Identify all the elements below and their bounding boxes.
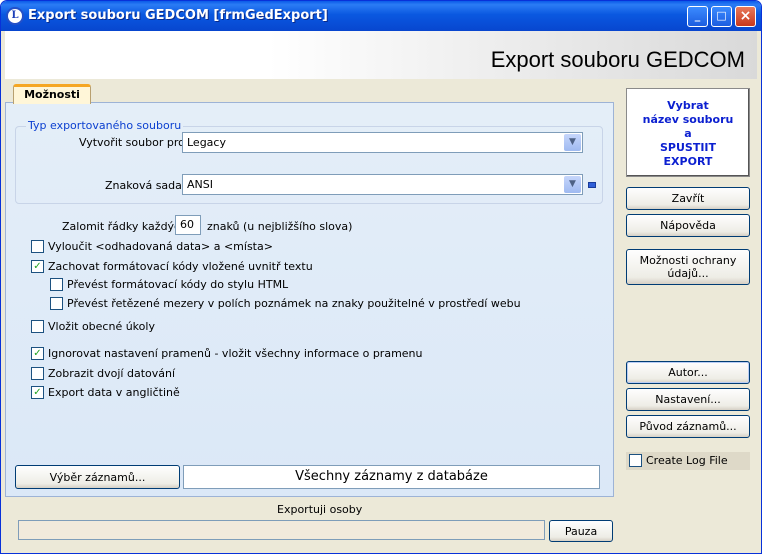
pause-button-label: Pauza — [564, 524, 598, 538]
choose-file-and-export-button[interactable]: Vybrat název souboru a SPUSTIIT EXPORT — [626, 88, 750, 177]
option-label: Převést formátovací kódy do stylu HTML — [67, 278, 289, 291]
checkbox[interactable] — [50, 278, 63, 291]
option-label: Převést řetězené mezery v polích poznáme… — [67, 297, 521, 310]
checkbox-checked[interactable]: ✓ — [31, 347, 44, 360]
header-banner: Export souboru GEDCOM — [5, 31, 757, 79]
wrap-lines-suffix: znaků (u nejbližšího slova) — [207, 220, 353, 233]
status-label: Exportuji osoby — [277, 503, 363, 516]
close-button-label: Zavřít — [671, 192, 705, 205]
checkbox-checked[interactable]: ✓ — [31, 260, 44, 273]
charset-select[interactable]: ANSI ▼ — [182, 174, 583, 195]
file-type-legend: Typ exportovaného souboru — [26, 119, 184, 132]
option-label: Zobrazit dvojí datování — [48, 367, 176, 380]
close-window-button[interactable]: × — [735, 6, 756, 27]
records-scope-display: Všechny záznamy z databáze — [183, 465, 600, 489]
author-button[interactable]: Autor... — [626, 361, 750, 384]
title-bar[interactable]: L Export souboru GEDCOM [frmGedExport] _… — [1, 1, 761, 31]
charset-label: Znaková sada: — [105, 179, 186, 192]
option-label: Zachovat formátovací kódy vložené uvnitř… — [48, 260, 313, 273]
charset-value: ANSI — [187, 178, 213, 191]
option-ignore-sources[interactable]: ✓ Ignorovat nastavení pramenů - vložit v… — [31, 347, 423, 360]
tab-options[interactable]: Možnosti — [13, 84, 91, 104]
maximize-button[interactable]: □ — [711, 6, 732, 27]
checkbox-checked[interactable]: ✓ — [31, 386, 44, 399]
checkbox[interactable] — [31, 320, 44, 333]
close-button[interactable]: Zavřít — [626, 187, 750, 210]
option-label: Ignorovat nastavení pramenů - vložit vše… — [48, 347, 423, 360]
wrap-lines-label: Zalomit řádky každých: — [62, 220, 191, 233]
wrap-lines-input[interactable]: 60 — [175, 215, 201, 235]
option-convert-spaces[interactable]: Převést řetězené mezery v polích poznáme… — [50, 297, 521, 310]
chevron-down-icon[interactable]: ▼ — [564, 176, 581, 193]
author-button-label: Autor... — [668, 366, 708, 379]
option-keep-formatting[interactable]: ✓ Zachovat formátovací kódy vložené uvni… — [31, 260, 313, 273]
checkbox[interactable] — [31, 367, 44, 380]
create-for-label: Vytvořit soubor pro: — [79, 136, 189, 149]
create-log-checkbox[interactable]: Create Log File — [629, 454, 728, 467]
export-gedcom-window: L Export souboru GEDCOM [frmGedExport] _… — [0, 0, 762, 554]
export-progress-bar — [18, 520, 545, 540]
option-label: Vyloučit <odhadovaná data> a <místa> — [48, 240, 273, 253]
option-convert-html[interactable]: Převést formátovací kódy do stylu HTML — [50, 278, 288, 291]
checkbox[interactable] — [629, 454, 642, 467]
record-origin-label: Původ záznamů... — [639, 420, 737, 433]
record-origin-button[interactable]: Původ záznamů... — [626, 415, 750, 438]
checkbox[interactable] — [50, 297, 63, 310]
chevron-down-icon[interactable]: ▼ — [564, 134, 581, 151]
settings-button-label: Nastavení... — [655, 393, 721, 406]
export-line: název souboru — [642, 113, 734, 126]
create-for-value: Legacy — [187, 136, 226, 149]
export-line: SPUSTIIT — [659, 141, 717, 154]
pause-button[interactable]: Pauza — [549, 520, 613, 542]
option-insert-tasks[interactable]: Vložit obecné úkoly — [31, 320, 155, 333]
export-line: EXPORT — [663, 155, 713, 168]
option-english-dates[interactable]: ✓ Export data v angličtině — [31, 386, 180, 399]
option-label: Export data v angličtině — [48, 386, 180, 399]
option-label: Vložit obecné úkoly — [48, 320, 155, 333]
create-log-label: Create Log File — [646, 454, 728, 467]
export-line: a — [684, 127, 692, 140]
app-icon[interactable]: L — [6, 7, 24, 25]
select-records-button[interactable]: Výběr záznamů... — [15, 465, 180, 489]
export-line: Vybrat — [667, 99, 709, 112]
window-title: Export souboru GEDCOM [frmGedExport] — [28, 8, 328, 23]
privacy-line: Možnosti ochrany — [639, 254, 737, 267]
checkbox[interactable] — [31, 240, 44, 253]
charset-extra-button[interactable] — [588, 182, 596, 188]
help-button[interactable]: Nápověda — [626, 214, 750, 237]
create-for-select[interactable]: Legacy ▼ — [182, 132, 583, 153]
minimize-button[interactable]: _ — [687, 6, 708, 27]
option-exclude-estimated[interactable]: Vyloučit <odhadovaná data> a <místa> — [31, 240, 273, 253]
privacy-line: údajů... — [667, 267, 709, 280]
privacy-options-button[interactable]: Možnosti ochrany údajů... — [626, 249, 750, 285]
help-button-label: Nápověda — [660, 219, 716, 232]
settings-button[interactable]: Nastavení... — [626, 388, 750, 411]
option-dual-dating[interactable]: Zobrazit dvojí datování — [31, 367, 175, 380]
header-title: Export souboru GEDCOM — [490, 47, 745, 72]
